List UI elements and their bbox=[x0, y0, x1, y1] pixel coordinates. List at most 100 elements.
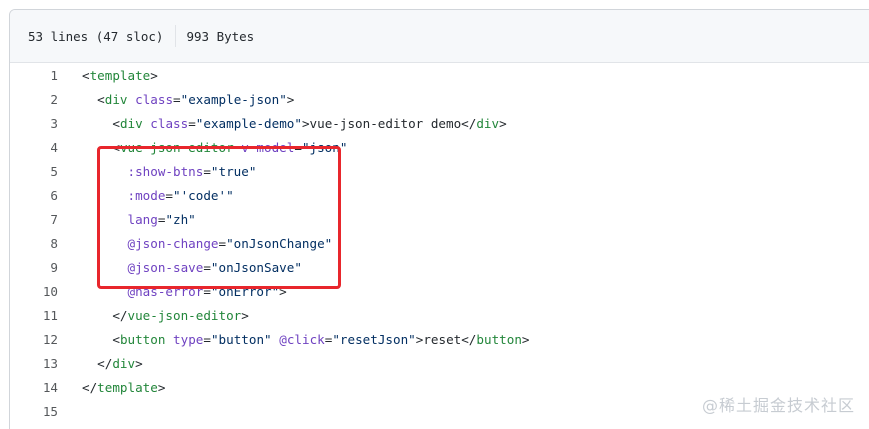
code-line: 6 :mode="'code'" bbox=[10, 184, 869, 208]
line-number[interactable]: 15 bbox=[10, 400, 58, 424]
code-token-punc: = bbox=[294, 140, 302, 155]
line-number[interactable]: 11 bbox=[10, 304, 58, 328]
code-line: 11 </vue-json-editor> bbox=[10, 304, 869, 328]
code-token-str: "onJsonSave" bbox=[210, 260, 302, 275]
code-text: </template> bbox=[58, 376, 165, 400]
watermark: @稀土掘金技术社区 bbox=[701, 396, 855, 415]
code-token-attr: @has-error bbox=[127, 284, 204, 299]
code-text: <div class="example-json"> bbox=[58, 88, 294, 112]
code-token-attr: lang bbox=[127, 212, 158, 227]
code-token-punc: < bbox=[112, 332, 120, 347]
code-token-attr: @json-save bbox=[127, 260, 204, 275]
line-number[interactable]: 14 bbox=[10, 376, 58, 400]
code-line: 13 </div> bbox=[10, 352, 869, 376]
code-token-punc bbox=[128, 92, 136, 107]
code-text: @json-change="onJsonChange" bbox=[58, 232, 333, 256]
code-token-punc: < bbox=[112, 140, 120, 155]
code-text: :mode="'code'" bbox=[58, 184, 234, 208]
code-token-str: "resetJson" bbox=[332, 332, 416, 347]
code-text: </div> bbox=[58, 352, 143, 376]
code-token-tag: div bbox=[112, 356, 136, 371]
code-token-punc: > bbox=[150, 68, 158, 83]
code-token-punc: > bbox=[499, 116, 507, 131]
line-number[interactable]: 6 bbox=[10, 184, 58, 208]
code-token-tag: div bbox=[104, 92, 128, 107]
code-token-punc: > bbox=[286, 92, 295, 107]
code-body: 1 <template> 2 <div class="example-json"> 3… bbox=[10, 63, 869, 424]
code-token-str: "onJsonChange" bbox=[226, 236, 333, 251]
code-token-attr: type bbox=[173, 332, 204, 347]
code-token-tag: vue-json-editor bbox=[127, 308, 242, 323]
line-number[interactable]: 1 bbox=[10, 64, 58, 88]
code-token-attr: @json-change bbox=[127, 236, 219, 251]
code-token-punc: > bbox=[157, 380, 166, 395]
code-line: 9 @json-save="onJsonSave" bbox=[10, 256, 869, 280]
code-text: @has-error="onError"> bbox=[58, 280, 287, 304]
line-number[interactable]: 10 bbox=[10, 280, 58, 304]
line-number[interactable]: 4 bbox=[10, 136, 58, 160]
code-token-punc: = bbox=[188, 116, 196, 131]
code-token-punc: < bbox=[97, 92, 105, 107]
code-token-punc: = bbox=[203, 332, 211, 347]
code-token-str: "json" bbox=[301, 140, 348, 155]
line-number[interactable]: 2 bbox=[10, 88, 58, 112]
line-number[interactable]: 5 bbox=[10, 160, 58, 184]
code-token-punc: > bbox=[279, 284, 287, 299]
code-token-punc: </ bbox=[112, 308, 128, 323]
code-text: :show-btns="true" bbox=[58, 160, 257, 184]
line-number[interactable]: 12 bbox=[10, 328, 58, 352]
line-number[interactable]: 9 bbox=[10, 256, 58, 280]
code-text: <template> bbox=[58, 64, 158, 88]
code-token-punc: = bbox=[203, 260, 211, 275]
line-number[interactable]: 3 bbox=[10, 112, 58, 136]
code-line: 5 :show-btns="true" bbox=[10, 160, 869, 184]
code-token-str: "'code'" bbox=[173, 188, 234, 203]
code-text: </vue-json-editor> bbox=[58, 304, 249, 328]
code-line: 8 @json-change="onJsonChange" bbox=[10, 232, 869, 256]
code-token-tag: button bbox=[119, 332, 166, 347]
code-token-punc: = bbox=[218, 236, 227, 251]
code-text: lang="zh" bbox=[58, 208, 196, 232]
code-line: 7 lang="zh" bbox=[10, 208, 869, 232]
line-number[interactable]: 8 bbox=[10, 232, 58, 256]
code-token-punc: > bbox=[241, 308, 249, 323]
code-token-tag: vue-json-editor bbox=[119, 140, 234, 155]
code-token-punc: = bbox=[173, 92, 181, 107]
code-token-tag: div bbox=[476, 116, 500, 131]
code-text: @json-save="onJsonSave" bbox=[58, 256, 302, 280]
code-text: <vue-json-editor v-model="json" bbox=[58, 136, 347, 160]
code-token-str: "button" bbox=[210, 332, 272, 347]
code-token-attr: :show-btns bbox=[127, 164, 204, 179]
code-token-punc: >reset</ bbox=[415, 332, 477, 347]
code-token-str: "true" bbox=[210, 164, 257, 179]
code-token-attr: v-model bbox=[241, 140, 295, 155]
code-token-punc: > bbox=[521, 332, 530, 347]
code-line: 10 @has-error="onError"> bbox=[10, 280, 869, 304]
code-token-punc: = bbox=[203, 284, 211, 299]
code-token-punc: </ bbox=[82, 380, 98, 395]
code-token-punc: < bbox=[112, 116, 120, 131]
code-token-str: "onError" bbox=[210, 284, 280, 299]
code-text: <button type="button" @click="resetJson"… bbox=[58, 328, 530, 352]
line-number[interactable]: 13 bbox=[10, 352, 58, 376]
code-token-tag: div bbox=[119, 116, 143, 131]
code-token-attr: class bbox=[135, 92, 174, 107]
code-token-attr: class bbox=[150, 116, 189, 131]
code-token-attr: @click bbox=[279, 332, 325, 347]
line-number[interactable]: 7 bbox=[10, 208, 58, 232]
code-token-str: "example-demo" bbox=[195, 116, 302, 131]
header-divider bbox=[175, 25, 177, 47]
code-token-tag: button bbox=[476, 332, 522, 347]
